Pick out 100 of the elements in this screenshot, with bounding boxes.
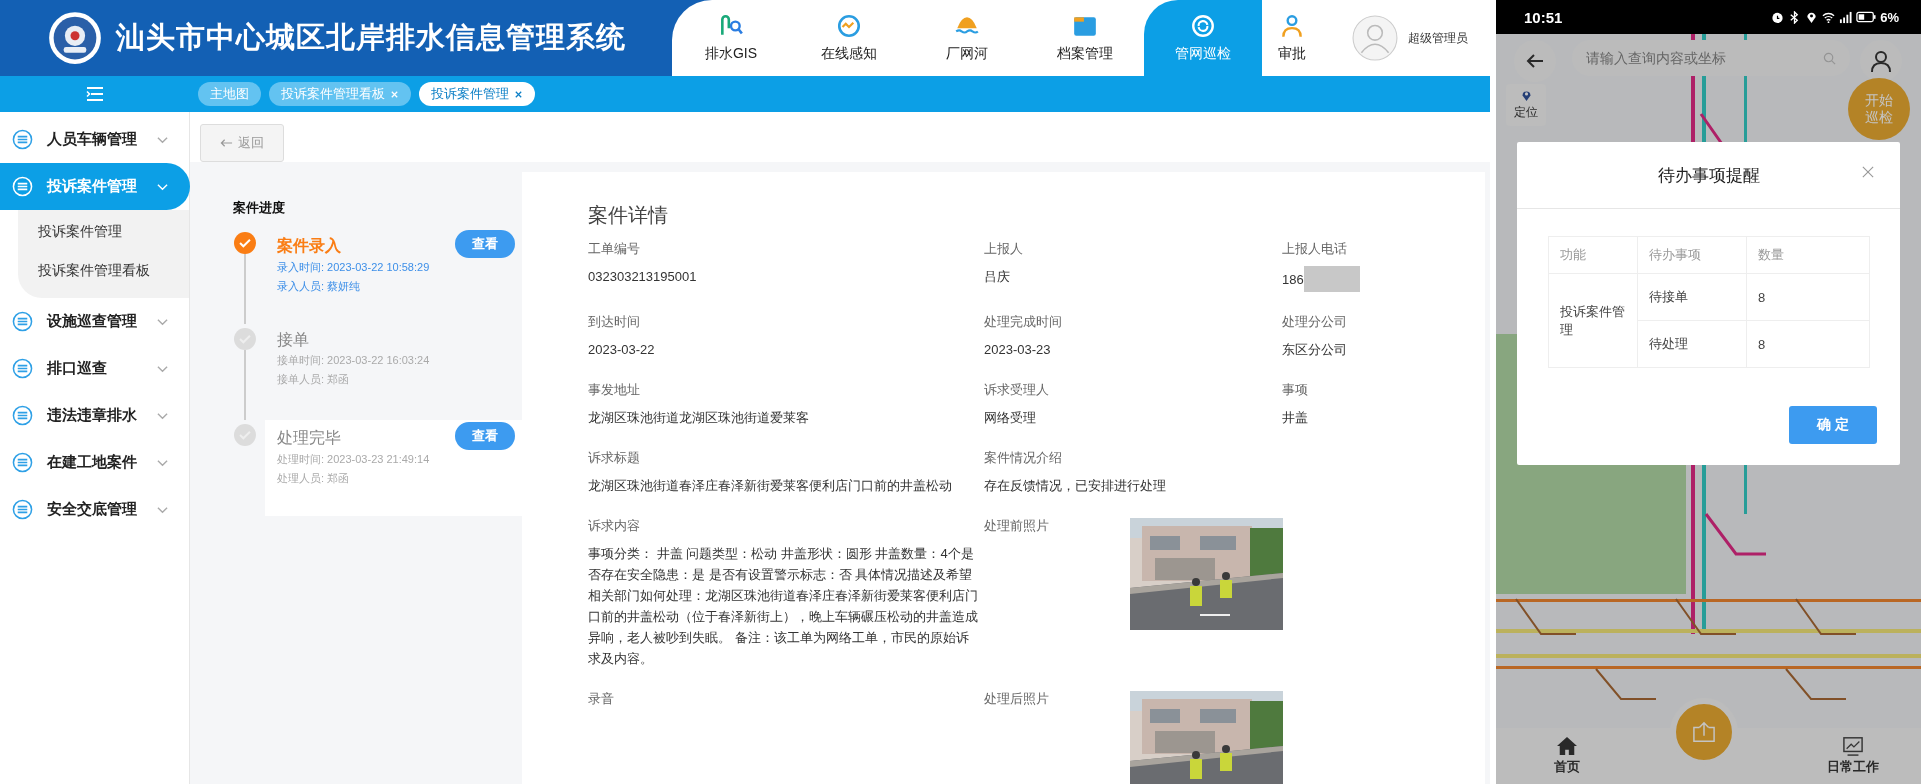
upload-icon: [1690, 721, 1717, 743]
column-header: 待办事项: [1637, 236, 1747, 274]
field-value: 事项分类： 井盖 问题类型：松动 井盖形状：圆形 井盖数量：4个是否存在安全隐患：是 是否有设置警示标志：否 具体情况描述及希望相关部门如何处理：龙湖区珠池街道春泽庄春泽新街爱莱客便利店门口前的井盖松动（位于春泽新街上），晚上车辆碾压松动的井盖造成异响，老人被吵到失眠。 备注：该工单为网络工单，市民的原始诉求及内容。: [588, 545, 979, 668]
refresh-icon: [1190, 13, 1216, 39]
signal-icon: [1839, 10, 1853, 24]
step-info: 处理人员: 郑函: [277, 471, 351, 486]
avatar-icon[interactable]: [1352, 15, 1398, 61]
field-label: 处理后照片: [984, 691, 1050, 708]
step-info: 接单时间: 2023-03-22 16:03:24: [277, 353, 431, 368]
step-info: 接单人员: 郑函: [277, 372, 351, 387]
step-info: 录入人员: 蔡妍纯: [277, 279, 362, 294]
system-title: 汕头市中心城区北岸排水信息管理系统: [116, 20, 626, 55]
person-icon: [1279, 13, 1305, 39]
field-value: 龙湖区珠池街道春泽庄春泽新街爱莱客便利店门口前的井盖松动: [588, 477, 952, 495]
table-cell: 待处理: [1637, 320, 1747, 368]
submenu-item[interactable]: 投诉案件管理: [18, 212, 189, 251]
field-label: 诉求标题: [588, 450, 641, 467]
field-value: 井盖: [1282, 409, 1308, 427]
nav-tab[interactable]: 厂网河: [908, 0, 1026, 76]
chevron-icon: [157, 317, 168, 326]
sidebar-item[interactable]: 排口巡查: [0, 345, 190, 392]
list-icon: [12, 129, 33, 150]
arrow-left-icon: [220, 138, 233, 148]
sidebar-item[interactable]: 安全交底管理: [0, 486, 190, 533]
close-icon[interactable]: [1862, 166, 1874, 178]
list-icon: [12, 311, 33, 332]
home-tab[interactable]: 首页: [1554, 728, 1580, 784]
field-label: 上报人: [984, 241, 1024, 258]
step-info: 处理时间: 2023-03-23 21:49:14: [277, 452, 431, 467]
field-label: 处理分公司: [1282, 314, 1348, 331]
chevron-icon: [157, 411, 168, 420]
step-title: 接单: [277, 330, 309, 350]
battery-level: 6%: [1880, 9, 1899, 25]
list-icon: [12, 499, 33, 520]
sidebar-item[interactable]: 在建工地案件: [0, 439, 190, 486]
list-icon: [12, 176, 33, 197]
emblem-icon: [48, 11, 102, 65]
field-label: 案件情况介绍: [984, 450, 1063, 467]
chevron-icon: [157, 505, 168, 514]
column-header: 数量: [1746, 236, 1870, 274]
step-title: 案件录入: [277, 235, 341, 256]
chevron-icon: [157, 458, 168, 467]
table-cell: 8: [1746, 320, 1870, 368]
sidebar-item[interactable]: 人员车辆管理: [0, 116, 190, 163]
field-value: 存在反馈情况，已安排进行处理: [984, 477, 1166, 495]
field-value: 032303213195001: [588, 268, 697, 286]
list-icon: [12, 358, 33, 379]
table-cell: 8: [1746, 273, 1870, 321]
locate-button[interactable]: 定位: [1506, 84, 1546, 126]
details-heading: 案件详情: [588, 203, 669, 228]
nav-tab[interactable]: 排水GIS: [672, 0, 790, 76]
field-label: 工单编号: [588, 241, 641, 258]
chevron-icon: [157, 182, 168, 191]
field-label: 诉求内容: [588, 518, 641, 535]
status-time: 10:51: [1524, 8, 1563, 26]
user-name[interactable]: 超级管理员: [1408, 29, 1468, 47]
field-label: 诉求受理人: [984, 382, 1050, 399]
step-info: 录入时间: 2023-03-22 10:58:29: [277, 260, 431, 275]
field-value: 2023-03-22: [588, 341, 655, 359]
submenu-item[interactable]: 投诉案件管理看板: [18, 251, 189, 290]
column-header: 功能: [1548, 236, 1638, 274]
sidebar-item[interactable]: 设施巡查管理: [0, 298, 190, 345]
location-pin-icon: [1520, 89, 1532, 102]
daily-work-tab[interactable]: 日常工作: [1827, 728, 1879, 784]
field-value: 龙湖区珠池街道龙湖区珠池街道爱莱客: [588, 409, 809, 427]
field-label: 上报人电话: [1282, 241, 1348, 258]
chart-screen-icon: [1842, 736, 1864, 756]
location-icon: [1805, 10, 1819, 24]
battery-icon: [1856, 11, 1877, 23]
nav-tab[interactable]: 在线感知: [790, 0, 908, 76]
menu-icon[interactable]: [86, 87, 104, 101]
table-cell: 待接单: [1637, 273, 1747, 321]
field-label: 处理前照片: [984, 518, 1050, 535]
dialog-title: 待办事项提醒: [1657, 164, 1760, 187]
step-title: 处理完毕: [277, 427, 341, 448]
field-value: 东区分公司: [1282, 341, 1347, 359]
nav-tab[interactable]: 档案管理: [1026, 0, 1144, 76]
table-cell: 投诉案件管理: [1548, 273, 1638, 368]
wifi-icon: [1822, 10, 1836, 24]
field-label: 事项: [1282, 382, 1309, 399]
progress-heading: 案件进度: [233, 199, 286, 217]
page-tab[interactable]: 投诉案件管理: [419, 82, 535, 106]
alarm-icon: [1771, 10, 1785, 24]
field-label: 处理完成时间: [984, 314, 1063, 331]
list-icon: [12, 452, 33, 473]
field-value: 吕庆: [984, 268, 1010, 286]
chevron-icon: [157, 135, 168, 144]
search-icon: [1823, 52, 1836, 65]
field-value: 网络受理: [984, 409, 1036, 427]
list-icon: [12, 405, 33, 426]
sidebar-item[interactable]: 违法违章排水: [0, 392, 190, 439]
field-value: 2023-03-23: [984, 341, 1051, 359]
nav-tab[interactable]: 审批: [1262, 0, 1322, 76]
close-icon[interactable]: [514, 89, 523, 99]
home-icon: [1556, 736, 1578, 756]
person-icon: [1869, 49, 1893, 73]
field-label: 到达时间: [588, 314, 641, 331]
field-label: 录音: [588, 691, 615, 708]
chevron-icon: [157, 364, 168, 373]
field-value: 186: [1282, 270, 1304, 289]
